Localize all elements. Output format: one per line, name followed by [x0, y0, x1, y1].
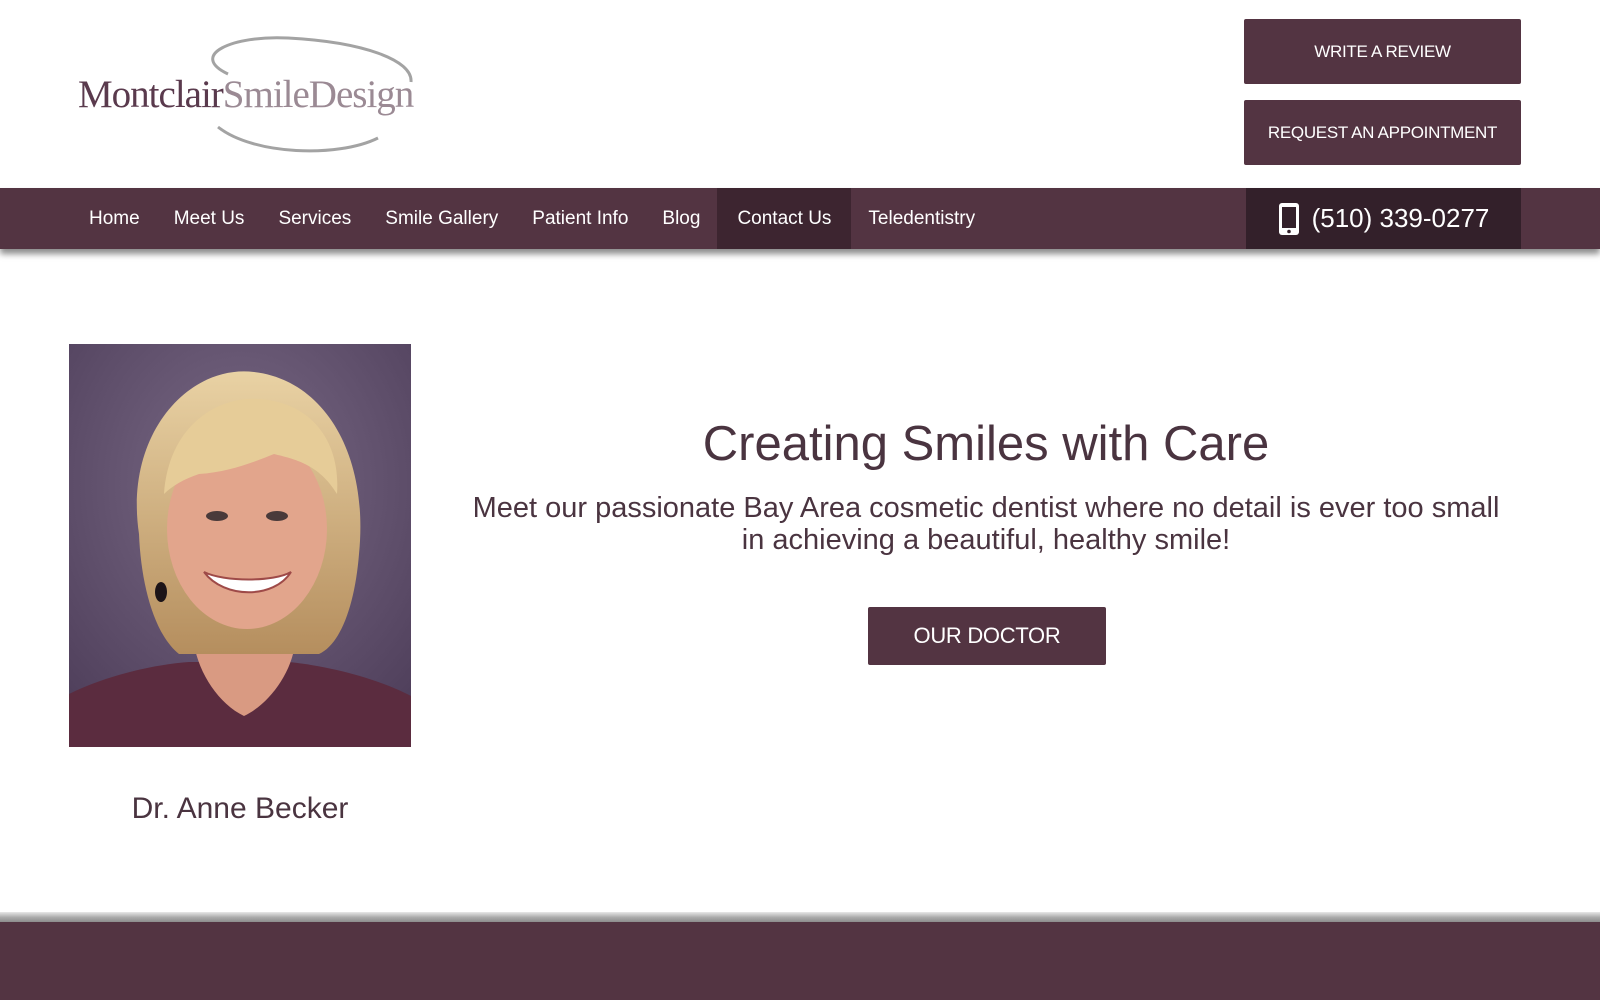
write-review-button[interactable]: WRITE A REVIEW — [1244, 19, 1521, 84]
site-footer — [0, 922, 1600, 1000]
site-header: MontclairSmileDesign WRITE A REVIEW REQU… — [0, 0, 1600, 188]
nav-item-meet-us[interactable]: Meet Us — [157, 188, 262, 249]
logo-text: MontclairSmileDesign — [78, 72, 414, 117]
our-doctor-button[interactable]: OUR DOCTOR — [868, 607, 1106, 665]
doctor-name: Dr. Anne Becker — [131, 792, 349, 825]
phone-link[interactable]: (510) 339-0277 — [1246, 188, 1521, 249]
nav-list: Home Meet Us Services Smile Gallery Pati… — [72, 188, 992, 249]
nav-item-contact-us[interactable]: Contact Us — [717, 188, 852, 249]
hero-title: Creating Smiles with Care — [702, 417, 1270, 471]
mobile-phone-icon — [1278, 202, 1300, 236]
hero-section: Creating Smiles with Care Meet our passi… — [470, 410, 1502, 556]
nav-item-patient-info[interactable]: Patient Info — [515, 188, 645, 249]
doctor-photo — [69, 344, 411, 747]
logo-word-montclair: Montclair — [78, 73, 224, 116]
hero-subtitle: Meet our passionate Bay Area cosmetic de… — [472, 492, 1500, 556]
nav-item-blog[interactable]: Blog — [645, 188, 717, 249]
logo-word-smiledesign: SmileDesign — [222, 73, 414, 116]
nav-item-home[interactable]: Home — [72, 188, 157, 249]
nav-item-services[interactable]: Services — [261, 188, 368, 249]
main-nav: Home Meet Us Services Smile Gallery Pati… — [0, 188, 1600, 249]
phone-number: (510) 339-0277 — [1311, 203, 1490, 233]
nav-item-teledentistry[interactable]: Teledentistry — [851, 188, 992, 249]
site-logo[interactable]: MontclairSmileDesign — [78, 30, 418, 160]
nav-item-smile-gallery[interactable]: Smile Gallery — [368, 188, 515, 249]
request-appointment-button[interactable]: REQUEST AN APPOINTMENT — [1244, 100, 1521, 165]
footer-divider — [0, 912, 1600, 922]
